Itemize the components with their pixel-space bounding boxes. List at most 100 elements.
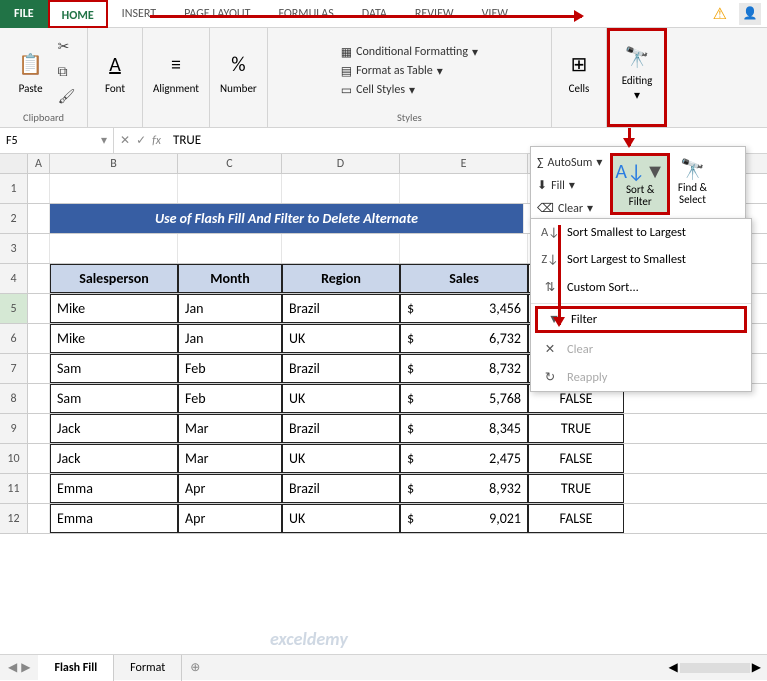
cell-salesperson[interactable]: Sam (50, 354, 178, 383)
user-avatar[interactable]: 👤 (739, 3, 761, 25)
row-header[interactable]: 10 (0, 444, 28, 473)
alignment-button[interactable]: ≡Alignment (149, 45, 203, 97)
row-header[interactable]: 11 (0, 474, 28, 503)
fill-button[interactable]: ⬇Fill▾ (535, 176, 604, 195)
cell-region[interactable]: UK (282, 384, 400, 413)
sort-smallest-to-largest[interactable]: A↓Sort Smallest to Largest (531, 219, 751, 246)
cell-region[interactable]: Brazil (282, 354, 400, 383)
cell[interactable] (28, 504, 50, 533)
cell-salesperson[interactable]: Sam (50, 384, 178, 413)
cell-sales[interactable]: $8,345 (400, 414, 528, 443)
filter[interactable]: ▼Filter (535, 306, 747, 333)
cell[interactable] (28, 294, 50, 323)
row-header[interactable]: 8 (0, 384, 28, 413)
cell[interactable] (28, 414, 50, 443)
select-all-corner[interactable] (0, 154, 28, 173)
cell-month[interactable]: Apr (178, 504, 282, 533)
cell-sales[interactable]: $8,732 (400, 354, 528, 383)
header-month[interactable]: Month (178, 264, 282, 293)
cell-region[interactable]: Brazil (282, 474, 400, 503)
warning-icon[interactable]: ⚠ (707, 4, 733, 24)
autosum-button[interactable]: ∑AutoSum▾ (535, 153, 604, 172)
cell-month[interactable]: Mar (178, 444, 282, 473)
cell[interactable] (28, 324, 50, 353)
cell-sales[interactable]: $8,932 (400, 474, 528, 503)
custom-sort[interactable]: ⇅Custom Sort... (531, 273, 751, 301)
col-e[interactable]: E (400, 154, 528, 173)
group-editing[interactable]: 🔭Editing▾ (607, 28, 667, 127)
cell-salesperson[interactable]: Mike (50, 294, 178, 323)
cell-month[interactable]: Feb (178, 354, 282, 383)
sort-filter-button[interactable]: A↓▼ Sort & Filter (610, 153, 669, 215)
cell-month[interactable]: Jan (178, 324, 282, 353)
copy-icon[interactable]: ⧉ (56, 61, 78, 82)
tab-view[interactable]: VIEW (468, 0, 522, 28)
sheet-nav[interactable]: ◀▶ (0, 660, 38, 675)
cell-sales[interactable]: $6,732 (400, 324, 528, 353)
sheet-tab-flash-fill[interactable]: Flash Fill (38, 655, 114, 681)
row-header[interactable]: 5 (0, 294, 28, 323)
col-b[interactable]: B (50, 154, 178, 173)
cell-region[interactable]: Brazil (282, 414, 400, 443)
col-a[interactable]: A (28, 154, 50, 173)
tab-page-layout[interactable]: PAGE LAYOUT (170, 0, 264, 28)
header-region[interactable]: Region (282, 264, 400, 293)
row-header[interactable]: 9 (0, 414, 28, 443)
add-sheet-button[interactable]: ⊕ (182, 660, 208, 675)
cell-salesperson[interactable]: Mike (50, 324, 178, 353)
title-cell[interactable]: Use of Flash Fill And Filter to Delete A… (50, 204, 524, 233)
cancel-icon[interactable]: ✕ (120, 133, 130, 148)
row-header[interactable]: 1 (0, 174, 28, 203)
find-select-button[interactable]: 🔭 Find & Select (676, 153, 709, 210)
editing-button[interactable]: 🔭Editing▾ (616, 37, 658, 104)
cell[interactable] (28, 384, 50, 413)
cell-region[interactable]: UK (282, 504, 400, 533)
format-as-table-button[interactable]: ▤Format as Table▾ (341, 64, 478, 79)
col-d[interactable]: D (282, 154, 400, 173)
cells-button[interactable]: ⊞Cells (558, 45, 600, 97)
tab-formulas[interactable]: FORMULAS (264, 0, 347, 28)
name-box[interactable]: F5▾ (0, 128, 114, 153)
cell-flag[interactable]: TRUE (528, 414, 624, 443)
sort-largest-to-smallest[interactable]: Z↓Sort Largest to Smallest (531, 246, 751, 273)
cell-sales[interactable]: $2,475 (400, 444, 528, 473)
cell-month[interactable]: Mar (178, 414, 282, 443)
cell-salesperson[interactable]: Jack (50, 444, 178, 473)
cell-styles-button[interactable]: ▭Cell Styles▾ (341, 83, 478, 98)
nav-next-icon[interactable]: ▶ (21, 660, 30, 675)
header-salesperson[interactable]: Salesperson (50, 264, 178, 293)
sheet-tab-format[interactable]: Format (114, 655, 182, 681)
cell-region[interactable]: UK (282, 444, 400, 473)
tab-data[interactable]: DATA (348, 0, 401, 28)
header-sales[interactable]: Sales (400, 264, 528, 293)
tab-review[interactable]: REVIEW (401, 0, 468, 28)
format-painter-icon[interactable]: 🖌 (56, 86, 78, 107)
chevron-down-icon[interactable]: ▾ (101, 133, 107, 148)
nav-prev-icon[interactable]: ◀ (8, 660, 17, 675)
cell[interactable] (28, 354, 50, 383)
row-header[interactable]: 6 (0, 324, 28, 353)
cell-sales[interactable]: $3,456 (400, 294, 528, 323)
cell-flag[interactable]: FALSE (528, 504, 624, 533)
cell-flag[interactable]: FALSE (528, 444, 624, 473)
cell-salesperson[interactable]: Jack (50, 414, 178, 443)
cell-month[interactable]: Jan (178, 294, 282, 323)
cell[interactable] (28, 444, 50, 473)
tab-file[interactable]: FILE (0, 0, 48, 28)
number-button[interactable]: %Number (216, 45, 261, 97)
cell-sales[interactable]: $9,021 (400, 504, 528, 533)
conditional-formatting-button[interactable]: ▦Conditional Formatting▾ (341, 45, 478, 60)
horizontal-scrollbar[interactable]: ◀▶ (663, 660, 767, 675)
row-header[interactable]: 12 (0, 504, 28, 533)
cell-sales[interactable]: $5,768 (400, 384, 528, 413)
tab-insert[interactable]: INSERT (108, 0, 170, 28)
paste-button[interactable]: 📋 Paste (10, 45, 52, 97)
enter-icon[interactable]: ✓ (136, 133, 146, 148)
row-header[interactable]: 7 (0, 354, 28, 383)
cell-month[interactable]: Feb (178, 384, 282, 413)
row-header[interactable]: 3 (0, 234, 28, 263)
cell-salesperson[interactable]: Emma (50, 504, 178, 533)
cell[interactable] (28, 474, 50, 503)
row-header[interactable]: 2 (0, 204, 28, 233)
cell-month[interactable]: Apr (178, 474, 282, 503)
